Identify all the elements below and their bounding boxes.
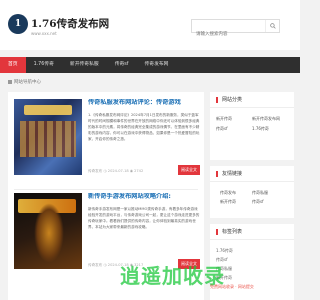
category-item[interactable]: 新开传奇发布网 bbox=[252, 114, 288, 124]
friend-links: 传奇发布 传奇私服 新开传奇 传奇sf bbox=[210, 182, 294, 212]
category-tabs: 新开传奇 新开传奇发布网 传奇sf 1.76传奇 bbox=[210, 108, 294, 134]
friend-link[interactable]: 传奇发布 bbox=[220, 188, 252, 197]
friend-link[interactable]: 传奇sf bbox=[252, 197, 284, 206]
category-widget: 网站分类 新开传奇 新开传奇发布网 传奇sf 1.76传奇 bbox=[210, 92, 294, 160]
search-input[interactable] bbox=[192, 28, 262, 41]
accent-bar bbox=[216, 96, 218, 103]
post-thumbnail[interactable] bbox=[14, 99, 82, 175]
widget-title-label: 标签列表 bbox=[222, 229, 243, 235]
post-title[interactable]: 新传奇手游发布网站攻略介绍: bbox=[88, 193, 200, 201]
accent-bar bbox=[216, 228, 218, 235]
friend-link[interactable]: 传奇私服 bbox=[252, 188, 284, 197]
breadcrumb: 网站导航中心 bbox=[8, 79, 41, 85]
accent-bar bbox=[216, 170, 218, 177]
category-item[interactable]: 1.76传奇 bbox=[252, 124, 288, 134]
post-body: 新传奇手游发布网站攻略介绍: 新传奇手游发布网是一家以推动MMO类传奇手游，有着… bbox=[88, 193, 200, 242]
tag-item[interactable]: 传奇sf bbox=[216, 255, 288, 264]
search-button[interactable] bbox=[265, 20, 279, 32]
widget-title: 标签列表 bbox=[210, 224, 294, 240]
link-row: 新开传奇 传奇sf bbox=[220, 197, 284, 206]
widget-title: 友情链接 bbox=[210, 166, 294, 182]
nav-item-publish[interactable]: 传奇发布网 bbox=[136, 57, 176, 73]
logo-icon: 1 bbox=[8, 14, 28, 34]
category-item[interactable]: 传奇sf bbox=[216, 124, 252, 134]
post-excerpt: 1.《传奇私服发布网评论》2024年7月1日发布的新服务，类似于蓝军时代的时间规… bbox=[88, 113, 200, 141]
search-box bbox=[191, 19, 280, 41]
site-logo[interactable]: 1 1.76传奇发布网 www.xxx.net bbox=[8, 14, 110, 36]
nav-item-home[interactable]: 首页 bbox=[0, 57, 26, 73]
category-item[interactable]: 新开传奇 bbox=[216, 114, 252, 124]
thumbnail-banner bbox=[24, 105, 72, 115]
widget-title: 网站分类 bbox=[210, 92, 294, 108]
divider bbox=[14, 189, 198, 190]
friend-link[interactable]: 新开传奇 bbox=[220, 197, 252, 206]
thumbnail-art bbox=[20, 121, 76, 157]
post-meta: 传奇发布 ◷ 2024-07-18 ◉ 2742 bbox=[88, 169, 144, 173]
site-subtitle: www.xxx.net bbox=[31, 31, 57, 36]
thumbnail-art bbox=[34, 203, 64, 263]
tag-item[interactable]: 传奇私服 bbox=[216, 264, 288, 273]
nav-item-new-servers[interactable]: 新开传奇私服 bbox=[62, 57, 107, 73]
post-excerpt: 新传奇手游发布网是一家以推动MMO类传奇手游，有着多年传奇游戏经验开发的游戏平台… bbox=[88, 207, 200, 229]
tag-item[interactable]: 新开传奇 bbox=[216, 273, 288, 282]
search-icon bbox=[269, 23, 276, 29]
post-body: 传奇私服发布网站评论：传奇游戏 1.《传奇私服发布网评论》2024年7月1日发布… bbox=[88, 99, 200, 148]
link-row: 传奇发布 传奇私服 bbox=[220, 188, 284, 197]
read-more-button[interactable]: 阅读全文 bbox=[178, 165, 200, 175]
post-title[interactable]: 传奇私服发布网站评论：传奇游戏 bbox=[88, 99, 200, 107]
home-icon[interactable] bbox=[8, 80, 12, 84]
nav-item-sf[interactable]: 传奇sf bbox=[107, 57, 137, 73]
site-header: 1 1.76传奇发布网 www.xxx.net bbox=[0, 0, 300, 50]
widget-title-label: 网站分类 bbox=[222, 97, 243, 103]
friend-links-widget: 友情链接 传奇发布 传奇私服 新开传奇 传奇sf bbox=[210, 166, 294, 218]
watermark-url: 免费网站收录 · 网站提交 bbox=[210, 284, 254, 289]
site-name: 1.76传奇发布网 bbox=[31, 18, 110, 30]
widget-title-label: 友情链接 bbox=[222, 171, 243, 177]
nav-item-176[interactable]: 1.76传奇 bbox=[26, 57, 62, 73]
list-item: 传奇私服发布网站评论：传奇游戏 1.《传奇私服发布网评论》2024年7月1日发布… bbox=[14, 99, 200, 187]
main-nav: 首页 1.76传奇 新开传奇私服 传奇sf 传奇发布网 bbox=[0, 57, 300, 73]
tag-item[interactable]: 1.76传奇 bbox=[216, 246, 288, 255]
post-thumbnail[interactable] bbox=[14, 193, 82, 269]
breadcrumb-label[interactable]: 网站导航中心 bbox=[14, 79, 41, 85]
